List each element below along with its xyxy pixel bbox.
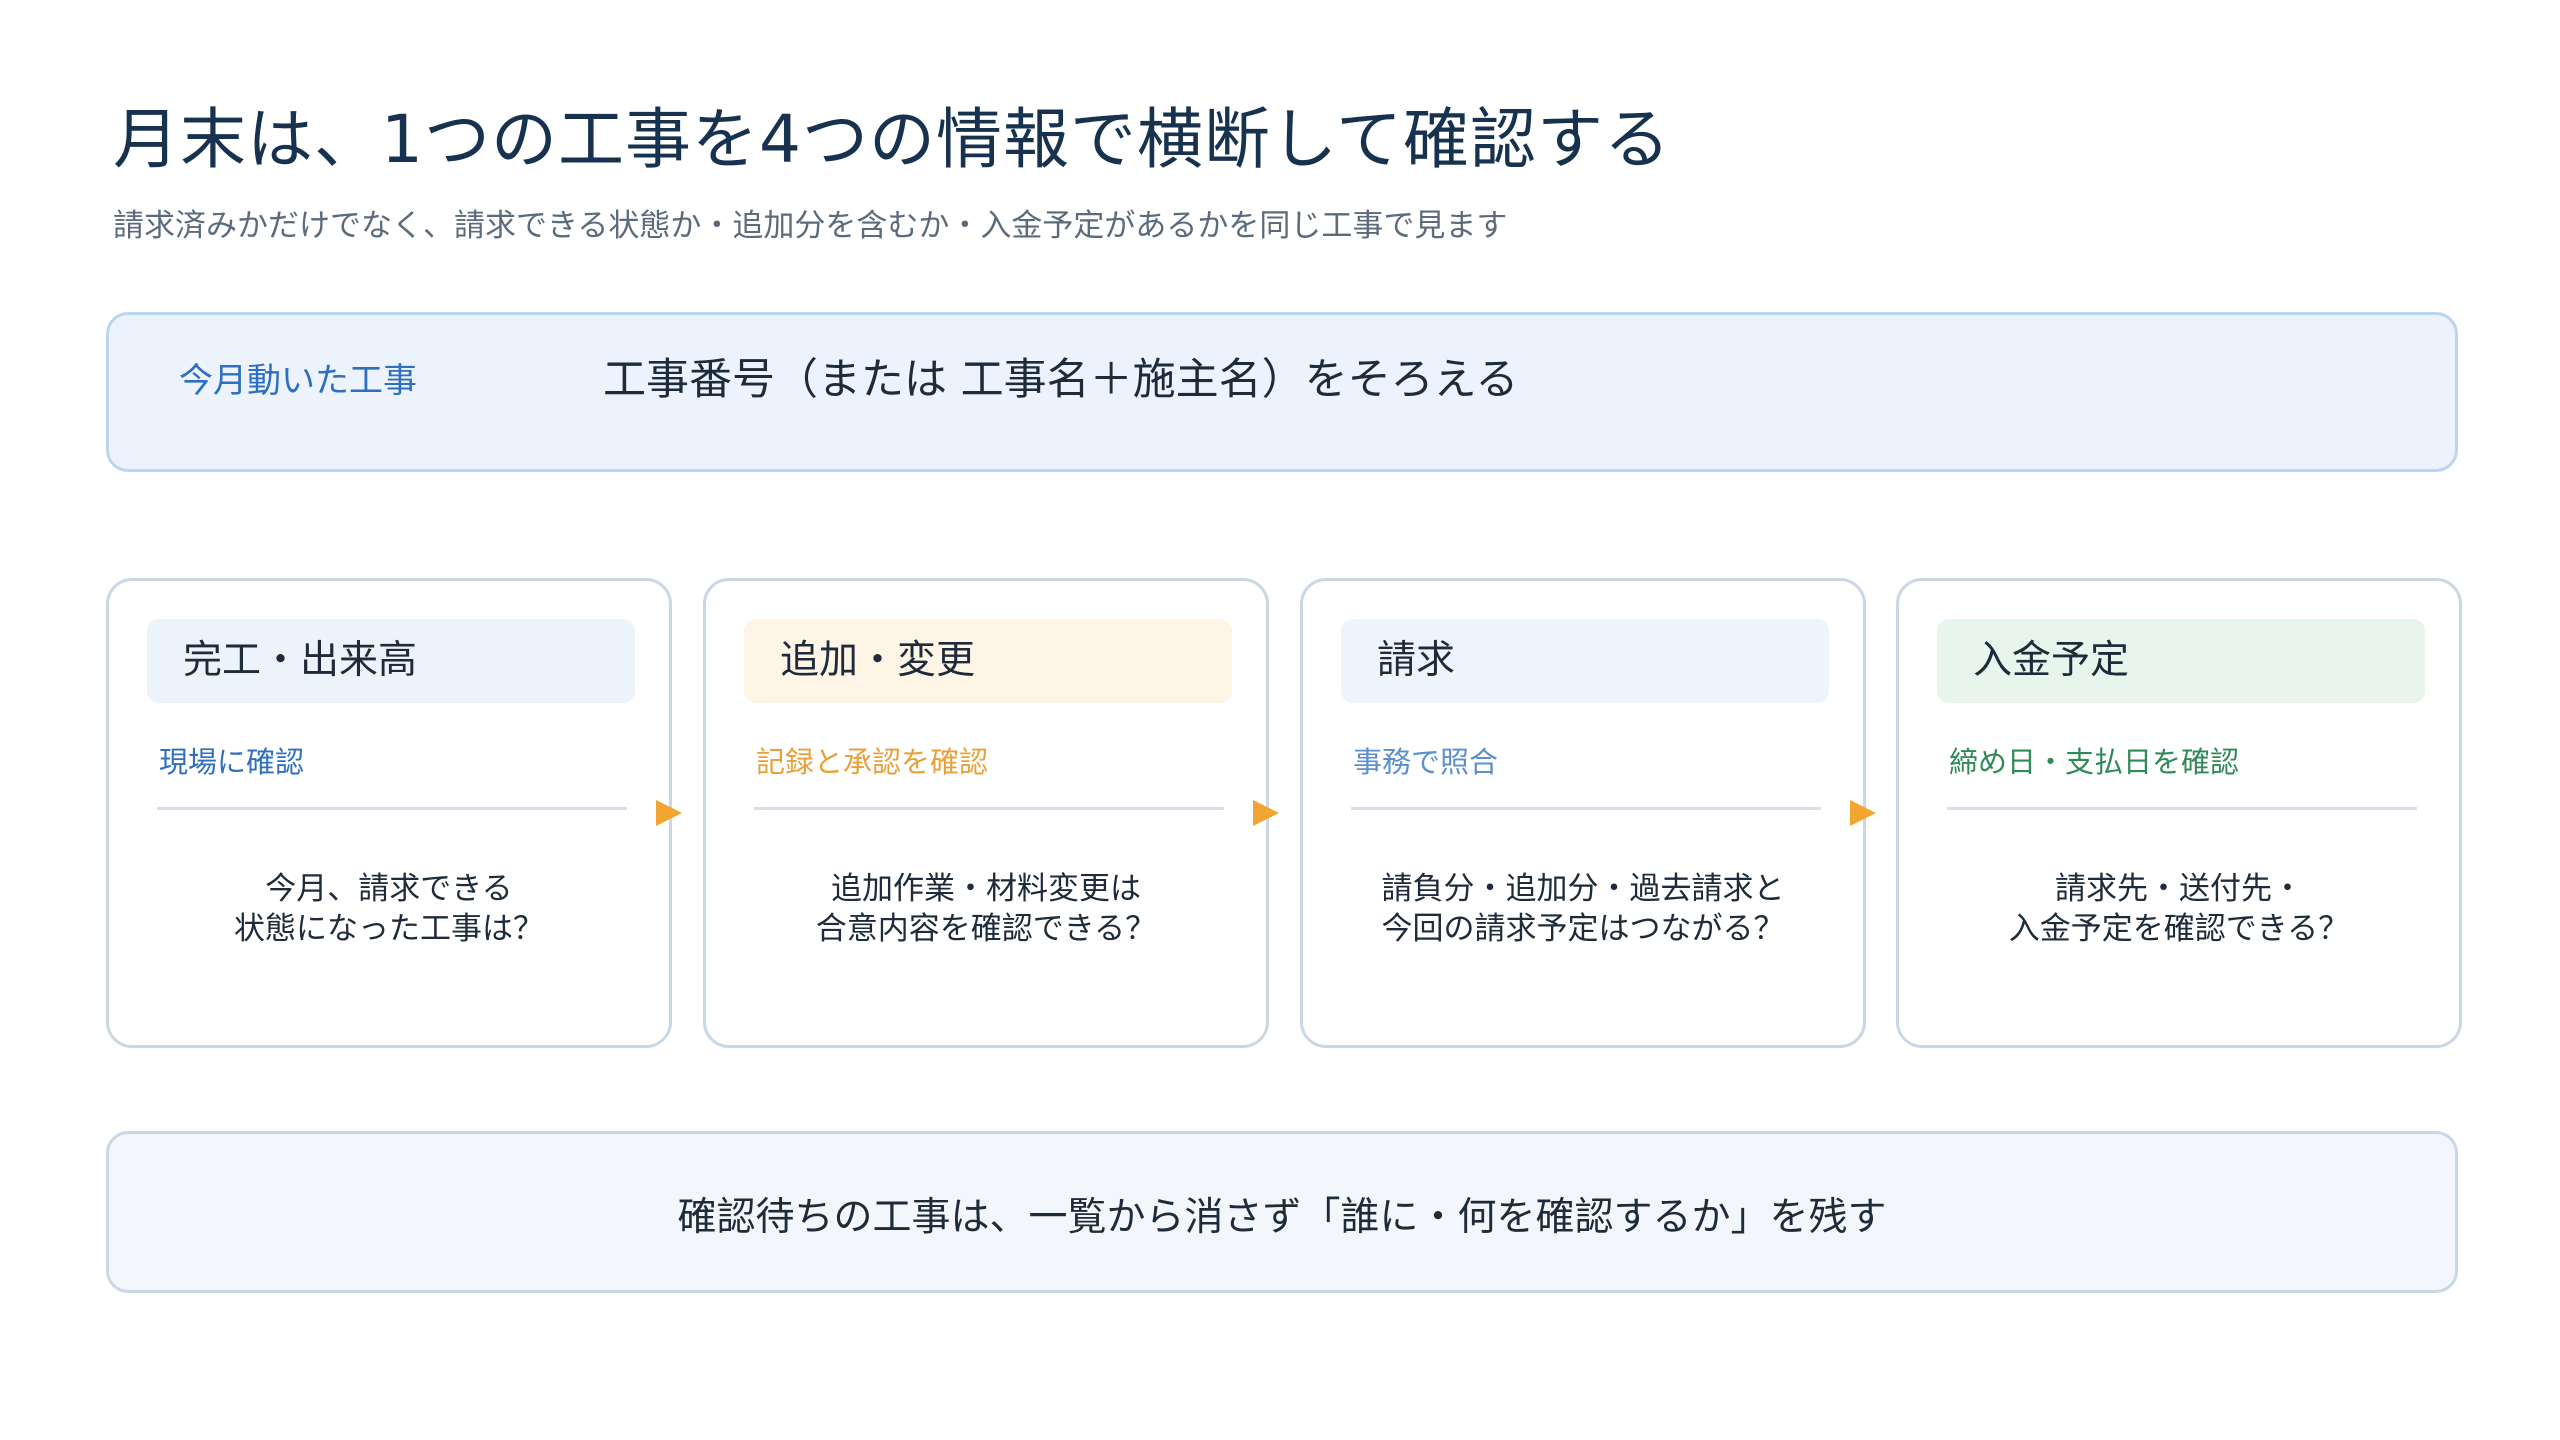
flow-arrow-icon [1253, 800, 1279, 826]
card-change: 追加・変更 記録と承認を確認 追加作業・材料変更は 合意内容を確認できる？ [703, 578, 1269, 1048]
card-divider [754, 807, 1224, 810]
flow-arrow-icon [1850, 800, 1876, 826]
card-question-line: 追加作業・材料変更は [831, 871, 1141, 907]
card-question-line: 合意内容を確認できる？ [815, 911, 1157, 947]
card-question: 今月、請求できる 状態になった工事は？ [109, 869, 669, 949]
page: 月末は、1つの工事を4つの情報で横断して確認する 請求済みかだけでなく、請求でき… [0, 0, 2560, 1440]
card-subtitle: 締め日・支払日を確認 [1949, 745, 2240, 779]
card-question-line: 入金予定を確認できる？ [2008, 911, 2350, 947]
card-title: 追加・変更 [744, 619, 1232, 703]
card-subtitle: 記録と承認を確認 [756, 745, 989, 779]
project-key-band: 今月動いた工事 工事番号（または 工事名＋施主名）をそろえる [106, 312, 2458, 472]
card-title: 入金予定 [1937, 619, 2425, 703]
card-question-line: 状態になった工事は？ [234, 911, 544, 947]
card-title: 完工・出来高 [147, 619, 635, 703]
card-question: 請求先・送付先・ 入金予定を確認できる？ [1899, 869, 2459, 949]
card-question-line: 請負分・追加分・過去請求と [1381, 871, 1785, 907]
card-question: 請負分・追加分・過去請求と 今回の請求予定はつながる？ [1303, 869, 1863, 949]
card-completion: 完工・出来高 現場に確認 今月、請求できる 状態になった工事は？ [106, 578, 672, 1048]
project-key-text: 工事番号（または 工事名＋施主名）をそろえる [603, 355, 1519, 405]
page-subtitle: 請求済みかだけでなく、請求できる状態か・追加分を含むか・入金予定があるかを同じ工… [113, 208, 1508, 244]
card-payment: 入金予定 締め日・支払日を確認 請求先・送付先・ 入金予定を確認できる？ [1896, 578, 2462, 1048]
card-title: 請求 [1341, 619, 1829, 703]
pending-note-band: 確認待ちの工事は、一覧から消さず「誰に・何を確認するか」を残す [106, 1131, 2458, 1293]
project-key-label: 今月動いた工事 [179, 361, 417, 401]
pending-note-text: 確認待ちの工事は、一覧から消さず「誰に・何を確認するか」を残す [677, 1195, 1887, 1240]
card-question-line: 今回の請求予定はつながる？ [1381, 911, 1785, 947]
card-billing: 請求 事務で照合 請負分・追加分・過去請求と 今回の請求予定はつながる？ [1300, 578, 1866, 1048]
card-divider [157, 807, 627, 810]
card-question-line: 請求先・送付先・ [2055, 871, 2303, 907]
card-question-line: 今月、請求できる [265, 871, 513, 907]
card-subtitle: 現場に確認 [159, 745, 305, 779]
card-question: 追加作業・材料変更は 合意内容を確認できる？ [706, 869, 1266, 949]
card-divider [1351, 807, 1821, 810]
page-title: 月末は、1つの工事を4つの情報で横断して確認する [113, 101, 1672, 178]
card-divider [1947, 807, 2417, 810]
flow-arrow-icon [656, 800, 682, 826]
card-subtitle: 事務で照合 [1353, 745, 1499, 779]
